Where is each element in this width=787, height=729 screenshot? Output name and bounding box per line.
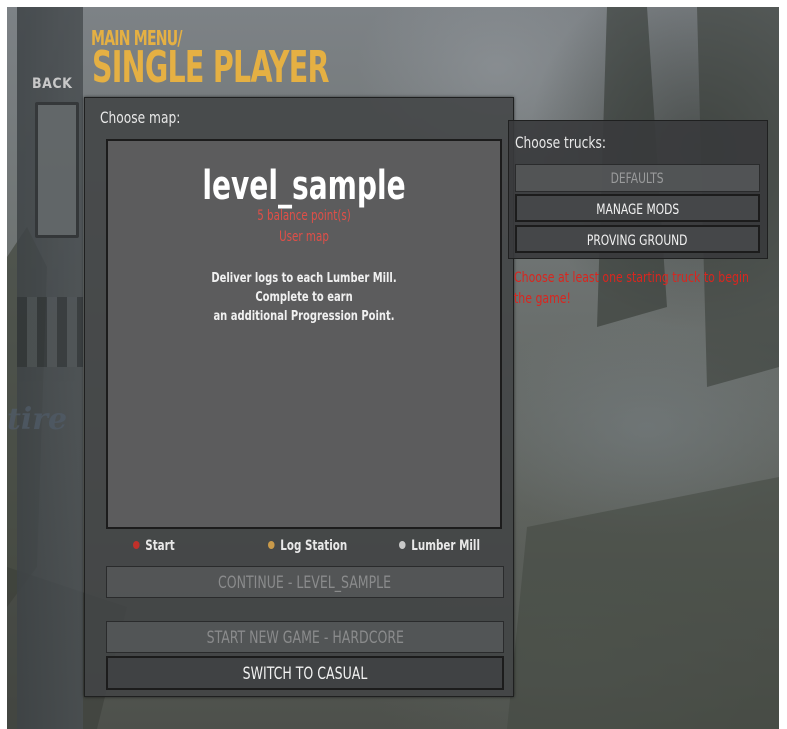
truck-window [35,102,79,238]
manage-mods-button[interactable]: MANAGE MODS [515,194,760,222]
legend-log-station: Log Station [268,538,347,554]
switch-to-casual-button[interactable]: SWITCH TO CASUAL [106,656,504,690]
proving-ground-button[interactable]: PROVING GROUND [515,225,760,253]
defaults-button[interactable]: DEFAULTS [515,164,760,192]
description-line: an additional Progression Point. [213,308,395,324]
truck-grill [17,297,83,367]
map-type: User map [279,229,329,245]
button-label: SWITCH TO CASUAL [242,664,368,684]
back-button[interactable]: BACK [32,76,72,92]
log-station-dot-icon [268,541,275,549]
background-truck [17,7,83,729]
truck-warning: Choose at least one starting truck to be… [514,270,749,307]
button-label: MANAGE MODS [596,202,679,218]
description-line: Deliver logs to each Lumber Mill. [211,270,397,286]
button-label: START NEW GAME - HARDCORE [206,628,404,648]
map-description: Deliver logs to each Lumber Mill. Comple… [142,269,467,326]
button-label: CONTINUE - LEVEL_SAMPLE [218,573,392,593]
start-new-game-button[interactable]: START NEW GAME - HARDCORE [106,621,504,653]
button-label: DEFAULTS [611,171,664,187]
background-tire-logo: tire [7,402,68,437]
legend-label: Start [145,538,175,554]
description-line: Complete to earn [255,289,353,305]
legend-lumber-mill: Lumber Mill [399,538,480,554]
page-title: SINGLE PLAYER [92,42,329,93]
continue-button[interactable]: CONTINUE - LEVEL_SAMPLE [106,566,504,598]
legend-label: Lumber Mill [411,538,480,554]
button-label: PROVING GROUND [587,233,688,249]
legend-start: Start [133,538,175,554]
lumber-mill-dot-icon [399,541,406,549]
balance-points: 5 balance point(s) [257,208,351,224]
map-name: level_sample [202,163,406,209]
start-dot-icon [133,541,140,549]
choose-map-label: Choose map: [100,108,181,127]
legend-label: Log Station [280,538,348,554]
choose-trucks-label: Choose trucks: [515,133,606,152]
